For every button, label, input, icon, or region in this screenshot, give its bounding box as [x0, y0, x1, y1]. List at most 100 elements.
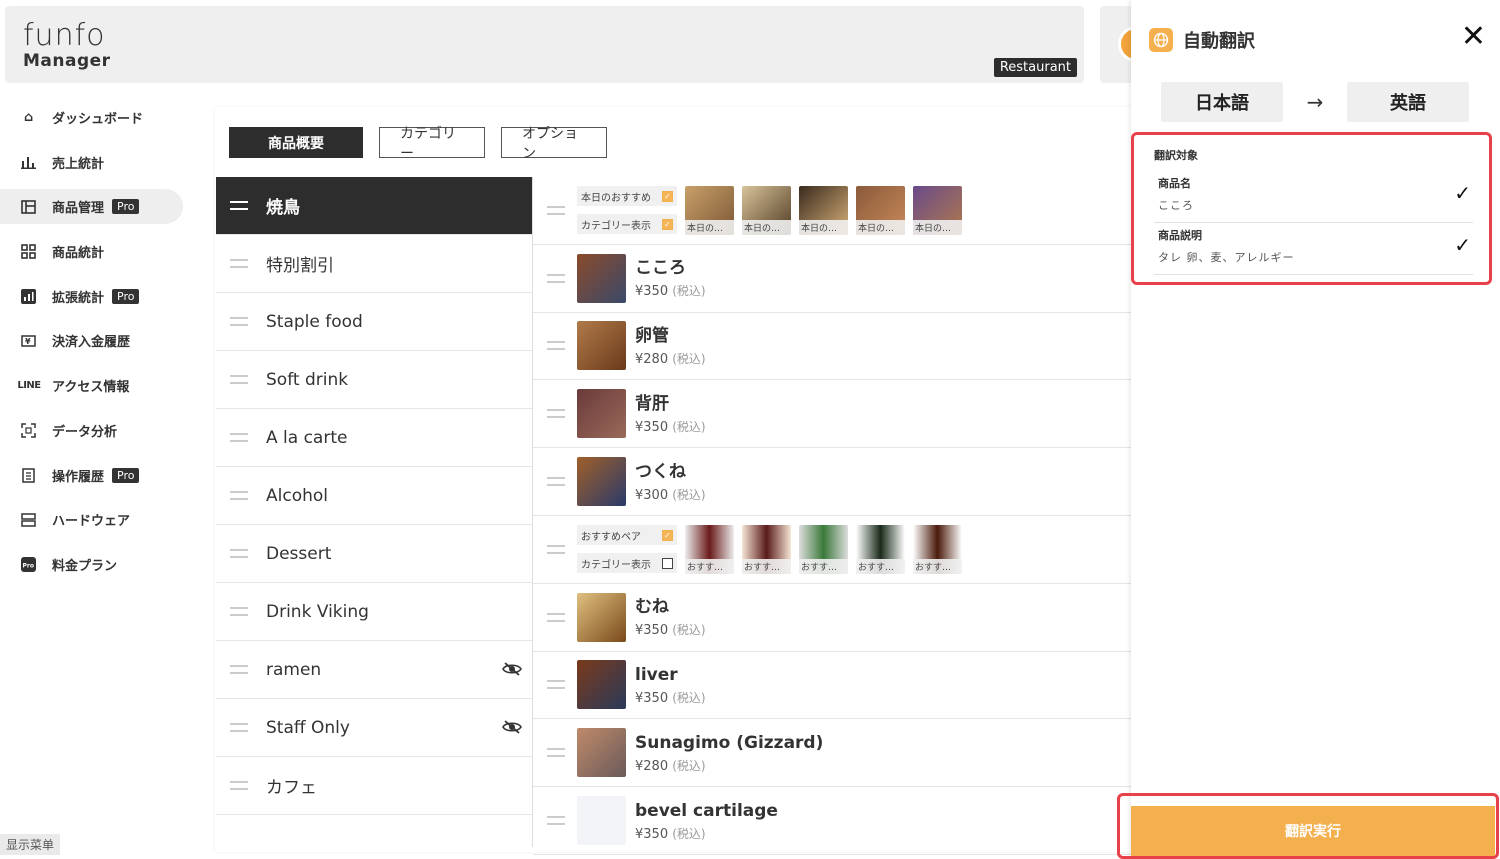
option-item-thumbnail[interactable]: 本日の… [913, 185, 962, 235]
show-menu-label[interactable]: 显示菜单 [0, 834, 61, 855]
translation-target-item[interactable]: 商品説明 タレ 卵、麦、アレルギー ✓ [1154, 223, 1473, 275]
panel-title-text: 自動翻訳 [1183, 31, 1255, 52]
drag-handle-icon[interactable] [230, 259, 248, 268]
checkbox-checked[interactable]: ✓ [662, 529, 673, 541]
category-item[interactable]: Drink Viking [216, 583, 532, 641]
option-item-thumbnail[interactable]: 本日の… [685, 185, 734, 235]
sidebar-item-data-analysis[interactable]: データ分析 [0, 413, 190, 448]
checkbox-checked[interactable]: ✓ [662, 190, 673, 202]
drag-handle-icon[interactable] [230, 723, 248, 732]
sidebar-item-hardware[interactable]: ハードウェア [0, 502, 190, 537]
sidebar-item-access-info[interactable]: LINE アクセス情報 [0, 368, 190, 403]
tab-product-overview[interactable]: 商品概要 [229, 127, 363, 158]
drag-handle-icon[interactable] [230, 607, 248, 616]
option-toggle-label: カテゴリー表示 [581, 220, 651, 232]
close-icon[interactable]: ✕ [1461, 20, 1486, 54]
sidebar-item-payment-history[interactable]: ¥ 決済入金履歴 [0, 323, 190, 358]
price-value: ¥350 [635, 284, 669, 300]
tab-bar: 商品概要 カテゴリー オプション [229, 126, 607, 162]
option-toggle-row[interactable]: カテゴリー表示 ✓ [577, 214, 677, 235]
product-row[interactable]: 背肝 ¥350 (税込) [533, 380, 1135, 449]
target-language-button[interactable]: 英語 [1347, 82, 1469, 122]
sidebar-item-operation-history[interactable]: 操作履歴 Pro [0, 458, 190, 493]
product-image [577, 660, 626, 710]
eye-off-icon[interactable] [502, 661, 522, 681]
category-item[interactable]: Staff Only [216, 699, 532, 757]
drag-handle-icon[interactable] [230, 433, 248, 442]
tab-category[interactable]: カテゴリー [379, 126, 485, 162]
tab-option[interactable]: オプション [501, 126, 607, 162]
category-item[interactable]: Soft drink [216, 351, 532, 409]
price-value: ¥280 [635, 351, 669, 367]
category-item[interactable]: Alcohol [216, 467, 532, 525]
checkmark-icon[interactable]: ✓ [1454, 233, 1471, 257]
checkbox-checked[interactable]: ✓ [662, 218, 673, 230]
product-list: 本日のおすすめ ✓ カテゴリー表示 ✓ 本日の… 本日の… 本日の… 本日の… 本日… [533, 177, 1135, 855]
category-list: 焼鳥 特別割引 Staple food Soft drink A la cart… [216, 177, 532, 815]
drag-handle-icon[interactable] [230, 491, 248, 500]
translation-target-item[interactable]: 商品名 こころ ✓ [1154, 171, 1473, 223]
checkmark-icon[interactable]: ✓ [1454, 181, 1471, 205]
product-name: Sunagimo (Gizzard) [635, 732, 824, 753]
option-group-row[interactable]: おすすめペア ✓ カテゴリー表示 おすす… おすす… おすす… おすす… おすす… [533, 516, 1135, 584]
category-label: A la carte [266, 427, 348, 448]
option-item-thumbnail[interactable]: おすす… [685, 524, 734, 574]
drag-handle-icon[interactable] [547, 205, 565, 215]
sidebar-item-sales-stats[interactable]: 売上統計 [0, 145, 190, 180]
product-row[interactable]: むね ¥350 (税込) [533, 584, 1135, 652]
product-row[interactable]: 卵管 ¥280 (税込) [533, 313, 1135, 381]
category-item[interactable]: 焼鳥 [216, 177, 532, 235]
sidebar-item-dashboard[interactable]: ⌂ ダッシュボード [0, 100, 190, 135]
drag-handle-icon[interactable] [547, 341, 565, 351]
option-item-thumbnail[interactable]: おすす… [856, 524, 905, 574]
drag-handle-icon[interactable] [230, 201, 248, 210]
category-item[interactable]: 特別割引 [216, 235, 532, 293]
option-item-thumbnail[interactable]: おすす… [913, 524, 962, 574]
option-item-thumbnail[interactable]: おすす… [742, 524, 791, 574]
pro-badge: Pro [112, 467, 140, 483]
sidebar-item-product-stats[interactable]: 商品統計 [0, 234, 190, 269]
drag-handle-icon[interactable] [547, 816, 565, 826]
drag-handle-icon[interactable] [230, 665, 248, 674]
sidebar-item-pricing-plan[interactable]: Pro 料金プラン [0, 547, 190, 582]
category-item[interactable]: ramen [216, 641, 532, 699]
drag-handle-icon[interactable] [547, 612, 565, 622]
product-row[interactable]: bevel cartilage ¥350 (税込) [533, 787, 1135, 855]
product-row[interactable]: つくね ¥300 (税込) [533, 448, 1135, 516]
drag-handle-icon[interactable] [547, 477, 565, 487]
drag-handle-icon[interactable] [230, 317, 248, 326]
price-value: ¥280 [635, 758, 669, 774]
category-item[interactable]: カフェ [216, 757, 532, 815]
option-item-thumbnail[interactable]: おすす… [799, 524, 848, 574]
app-logo[interactable]: funfo Manager [23, 20, 111, 71]
product-row[interactable]: Sunagimo (Gizzard) ¥280 (税込) [533, 719, 1135, 788]
option-group-row[interactable]: 本日のおすすめ ✓ カテゴリー表示 ✓ 本日の… 本日の… 本日の… 本日の… 本日… [533, 177, 1135, 245]
category-item[interactable]: Dessert [216, 525, 532, 583]
option-item-thumbnail[interactable]: 本日の… [799, 185, 848, 235]
option-item-thumbnail[interactable]: 本日の… [856, 185, 905, 235]
category-item[interactable]: Staple food [216, 293, 532, 351]
product-row[interactable]: こころ ¥350 (税込) [533, 245, 1135, 313]
option-item-thumbnail[interactable]: 本日の… [742, 185, 791, 235]
sidebar-item-extended-stats[interactable]: 拡張統計 Pro [0, 279, 190, 314]
drag-handle-icon[interactable] [230, 549, 248, 558]
drag-handle-icon[interactable] [547, 409, 565, 419]
drag-handle-icon[interactable] [230, 781, 248, 790]
drag-handle-icon[interactable] [547, 680, 565, 690]
product-name: むね [635, 597, 669, 618]
sidebar-item-product-management[interactable]: 商品管理 Pro [0, 189, 183, 225]
option-toggle-row[interactable]: カテゴリー表示 [577, 553, 677, 574]
drag-handle-icon[interactable] [547, 544, 565, 554]
source-language-button[interactable]: 日本語 [1161, 82, 1283, 122]
execute-translation-button[interactable]: 翻訳実行 [1131, 806, 1495, 856]
eye-off-icon[interactable] [502, 719, 522, 739]
product-management-panel: 商品概要 カテゴリー オプション 焼鳥 特別割引 Staple food Sof… [215, 107, 1135, 855]
drag-handle-icon[interactable] [230, 375, 248, 384]
product-row[interactable]: liver ¥350 (税込) [533, 652, 1135, 720]
category-item[interactable]: A la carte [216, 409, 532, 467]
checkbox-unchecked[interactable] [662, 557, 673, 569]
option-toggle-row[interactable]: 本日のおすすめ ✓ [577, 186, 677, 207]
drag-handle-icon[interactable] [547, 273, 565, 283]
drag-handle-icon[interactable] [547, 748, 565, 758]
option-toggle-row[interactable]: おすすめペア ✓ [577, 525, 677, 546]
